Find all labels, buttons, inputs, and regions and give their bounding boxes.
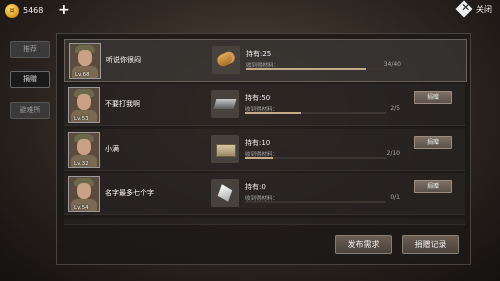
player-name: 不要打我啊 xyxy=(105,100,140,108)
publish-request-button[interactable]: 发布需求 xyxy=(335,235,392,254)
avatar[interactable]: Lv.54 xyxy=(68,176,100,212)
donation-record-button[interactable]: 捐赠记录 xyxy=(402,235,459,254)
steel-ingot-icon xyxy=(211,90,239,118)
progress-bar xyxy=(245,157,386,159)
avatar[interactable]: Lv.32 xyxy=(68,132,100,168)
donation-row[interactable]: Lv.32 小满 持有:10 收到得材料： 2/10 捐赠 xyxy=(64,129,465,171)
donate-button[interactable]: 捐赠 xyxy=(414,91,452,104)
owned-count: 持有:25 xyxy=(246,50,272,58)
level-label: Lv.53 xyxy=(74,116,89,122)
close-button[interactable]: 关闭 xyxy=(455,0,492,18)
donation-panel: Lv.68 听说你很闷 持有:25 收到得材料： 34/40 Lv.53 不要打… xyxy=(56,33,471,265)
owned-count: 持有:10 xyxy=(245,139,271,147)
donation-row[interactable]: Lv.53 不要打我啊 持有:50 收到得材料： 2/5 捐赠 xyxy=(64,84,465,126)
progress-count: 2/5 xyxy=(390,105,400,112)
progress-fill xyxy=(245,112,302,114)
close-label: 关闭 xyxy=(476,4,492,14)
avatar[interactable]: Lv.53 xyxy=(68,87,100,123)
player-name: 听说你很闷 xyxy=(106,56,141,64)
progress-count: 2/10 xyxy=(386,150,400,157)
progress-fill xyxy=(245,157,274,159)
donation-row[interactable]: Lv.54 名字最多七个字 持有:0 收到得材料： 0/1 捐赠 xyxy=(64,173,465,215)
top-bar: ¤ 5468 + 关闭 xyxy=(0,0,500,24)
avatar[interactable]: Lv.68 xyxy=(69,43,101,79)
tab-label: 捐赠 xyxy=(23,75,37,83)
level-label: Lv.32 xyxy=(74,161,89,167)
progress-count: 0/1 xyxy=(390,194,400,201)
coin-count: 5468 xyxy=(23,6,44,15)
tab-donate[interactable]: 捐赠 xyxy=(10,71,50,88)
progress-fill xyxy=(246,68,366,70)
player-name: 名字最多七个字 xyxy=(105,189,154,197)
tab-shelter[interactable]: 避难所 xyxy=(10,102,50,119)
owned-count: 持有:0 xyxy=(245,183,266,191)
donation-row xyxy=(64,218,465,225)
donation-row[interactable]: Lv.68 听说你很闷 持有:25 收到得材料： 34/40 xyxy=(64,39,467,82)
player-name: 小满 xyxy=(105,145,119,153)
cloth-bundle-icon xyxy=(211,135,239,163)
progress-bar xyxy=(246,68,387,70)
tab-label: 避难所 xyxy=(19,106,41,114)
progress-bar xyxy=(245,112,386,114)
close-icon[interactable] xyxy=(455,0,473,18)
level-label: Lv.54 xyxy=(74,205,89,211)
donate-button[interactable]: 捐赠 xyxy=(414,136,452,149)
wood-log-icon xyxy=(212,46,240,74)
progress-bar xyxy=(245,201,386,203)
plus-icon[interactable]: + xyxy=(58,2,70,18)
tab-recommend[interactable]: 推荐 xyxy=(10,41,50,58)
gold-coin-icon: ¤ xyxy=(5,4,19,18)
tab-label: 推荐 xyxy=(23,45,37,53)
level-label: Lv.68 xyxy=(75,72,90,78)
donate-button[interactable]: 捐赠 xyxy=(414,180,452,193)
progress-count: 34/40 xyxy=(383,61,401,68)
owned-count: 持有:50 xyxy=(245,94,271,102)
crystal-shard-icon xyxy=(211,179,239,207)
